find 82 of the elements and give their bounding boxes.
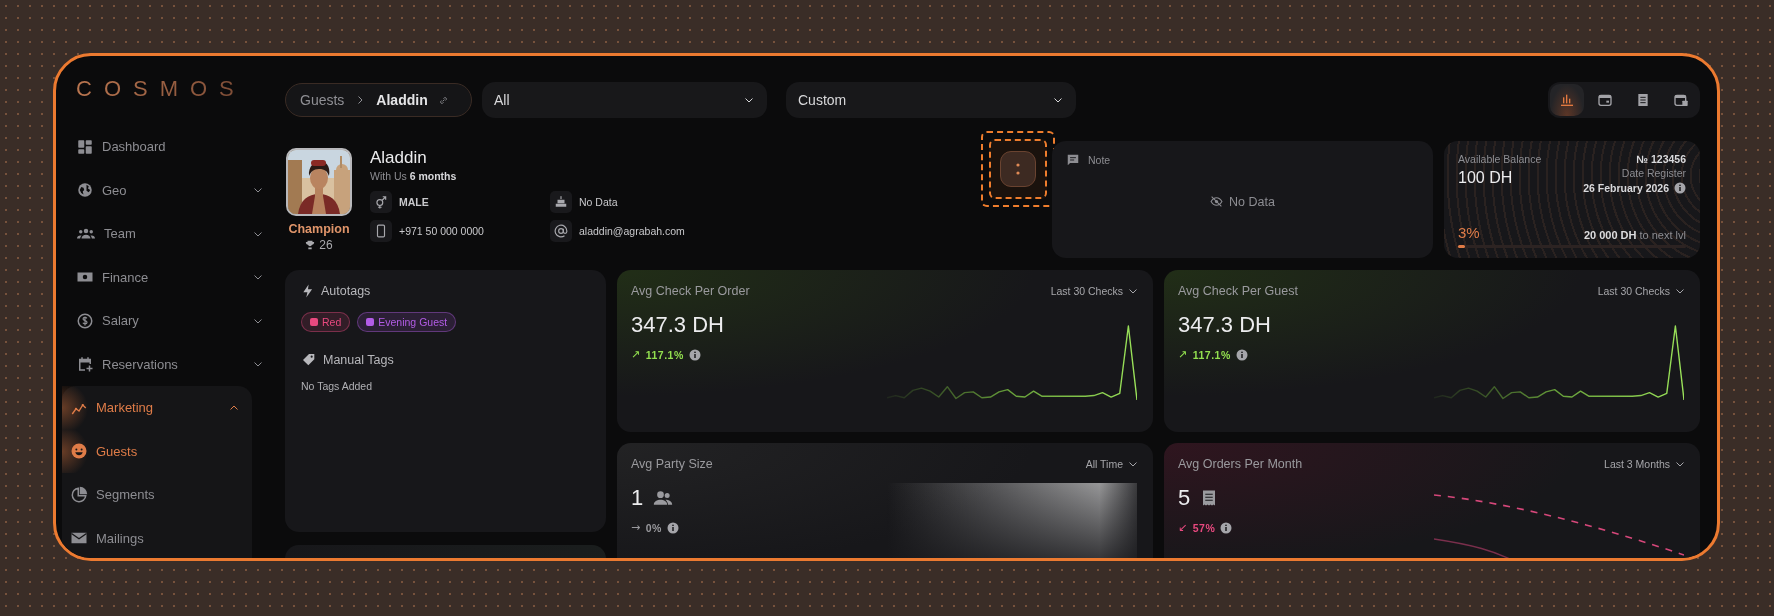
dollar-icon bbox=[76, 311, 94, 330]
change-value: 117.1% bbox=[645, 348, 684, 361]
trend-arrow: ↗ bbox=[1178, 348, 1188, 361]
calendar-icon bbox=[1597, 92, 1613, 108]
link-icon bbox=[437, 94, 449, 106]
gender-icon bbox=[374, 195, 388, 209]
metric-title: Avg Check Per Guest bbox=[1178, 284, 1298, 298]
birthday-value: No Data bbox=[579, 196, 618, 208]
info-icon bbox=[1674, 182, 1686, 194]
trend-arrow: ↙ bbox=[1178, 521, 1188, 534]
calendar-add-icon bbox=[76, 355, 94, 374]
view-tab[interactable] bbox=[1550, 84, 1584, 116]
bolt-icon bbox=[301, 283, 315, 299]
tag-chip: Red bbox=[301, 312, 351, 332]
document-icon bbox=[1635, 92, 1651, 108]
period-dropdown[interactable]: Last 30 Checks bbox=[1597, 285, 1686, 297]
phone-icon bbox=[374, 224, 388, 238]
gender-value: MALE bbox=[399, 196, 429, 208]
filter-dropdown[interactable]: Custom bbox=[786, 82, 1076, 118]
points-value: 26 bbox=[319, 238, 333, 252]
trend-arrow: → bbox=[631, 521, 641, 534]
balance-amount: 100 DH bbox=[1458, 169, 1513, 187]
sidebar-subitem[interactable]: Mailings bbox=[62, 516, 252, 558]
guest-name: Aladdin bbox=[370, 148, 428, 168]
date-label: Date Register bbox=[1620, 167, 1686, 179]
breadcrumb-link[interactable]: Guests bbox=[300, 92, 345, 108]
change-value: 57% bbox=[1192, 521, 1216, 534]
metric-title: Avg Check Per Order bbox=[631, 284, 750, 298]
tag-chip: Evening Guest bbox=[357, 312, 457, 332]
bar-chart-icon bbox=[1559, 92, 1575, 108]
calendar-grid-icon bbox=[1673, 92, 1689, 108]
filter-dropdown[interactable]: All bbox=[482, 82, 767, 118]
period-dropdown[interactable]: All Time bbox=[1085, 458, 1139, 470]
next-level-text: 20 000 DH to next lvl bbox=[1583, 229, 1686, 241]
comment-icon bbox=[1066, 153, 1080, 167]
sidebar-item[interactable]: Team bbox=[62, 212, 282, 256]
globe-icon bbox=[76, 181, 94, 200]
info-icon bbox=[688, 348, 701, 361]
more-icon bbox=[1015, 162, 1021, 176]
period-dropdown[interactable]: Last 3 Months bbox=[1604, 458, 1686, 470]
sidebar-item[interactable]: Geo bbox=[62, 168, 282, 212]
dashboard-icon bbox=[76, 137, 94, 156]
metric-title: Avg Orders Per Month bbox=[1178, 457, 1303, 471]
smiley-icon bbox=[70, 442, 88, 461]
trend-arrow: ↗ bbox=[631, 348, 641, 361]
info-icon bbox=[1235, 348, 1248, 361]
tier-label: Champion bbox=[288, 222, 350, 236]
empty-text: No Data bbox=[1229, 194, 1275, 209]
sidebar-item[interactable]: Dashboard bbox=[62, 125, 282, 169]
register-date: 26 February 2026 bbox=[1583, 182, 1669, 194]
sidebar-item[interactable]: Reservations bbox=[62, 342, 282, 386]
pie-chart-icon bbox=[70, 485, 88, 504]
sidebar-item[interactable]: Finance bbox=[62, 255, 282, 299]
section-title: Manual Tags bbox=[323, 353, 394, 367]
card-number: № 123456 bbox=[1636, 153, 1686, 165]
change-value: 117.1% bbox=[1192, 348, 1231, 361]
sidebar-item[interactable]: Salary bbox=[62, 299, 282, 343]
tag-icon bbox=[301, 352, 317, 368]
cake-icon bbox=[554, 195, 568, 209]
metric-value: 347.3 DH bbox=[1178, 312, 1271, 338]
info-icon bbox=[666, 521, 679, 534]
metric-value: 5 bbox=[1178, 485, 1191, 511]
period-dropdown[interactable]: Last 30 Checks bbox=[1050, 285, 1139, 297]
info-icon bbox=[1220, 521, 1233, 534]
note-title: Note bbox=[1088, 154, 1111, 166]
phone-value: +971 50 000 0000 bbox=[399, 225, 484, 237]
trophy-icon bbox=[305, 240, 316, 250]
progress-percent: 3% bbox=[1458, 224, 1480, 241]
section-title: Autotags bbox=[321, 284, 371, 298]
empty-text: No Tags Added bbox=[301, 380, 374, 392]
breadcrumb-current: Aladdin bbox=[376, 92, 428, 108]
email-value: aladdin@agrabah.com bbox=[579, 225, 685, 237]
tenure-text: With Us 6 months bbox=[370, 170, 458, 182]
change-value: 0% bbox=[645, 521, 662, 534]
metric-value: 1 bbox=[631, 485, 644, 511]
balance-label: Available Balance bbox=[1458, 153, 1542, 165]
at-sign-icon bbox=[554, 224, 568, 238]
metric-title: Avg Party Size bbox=[631, 457, 713, 471]
sidebar-subitem[interactable]: Segments bbox=[62, 473, 252, 517]
metric-value: 347.3 DH bbox=[631, 312, 724, 338]
people-icon bbox=[653, 488, 674, 508]
eye-off-icon bbox=[1210, 195, 1224, 208]
